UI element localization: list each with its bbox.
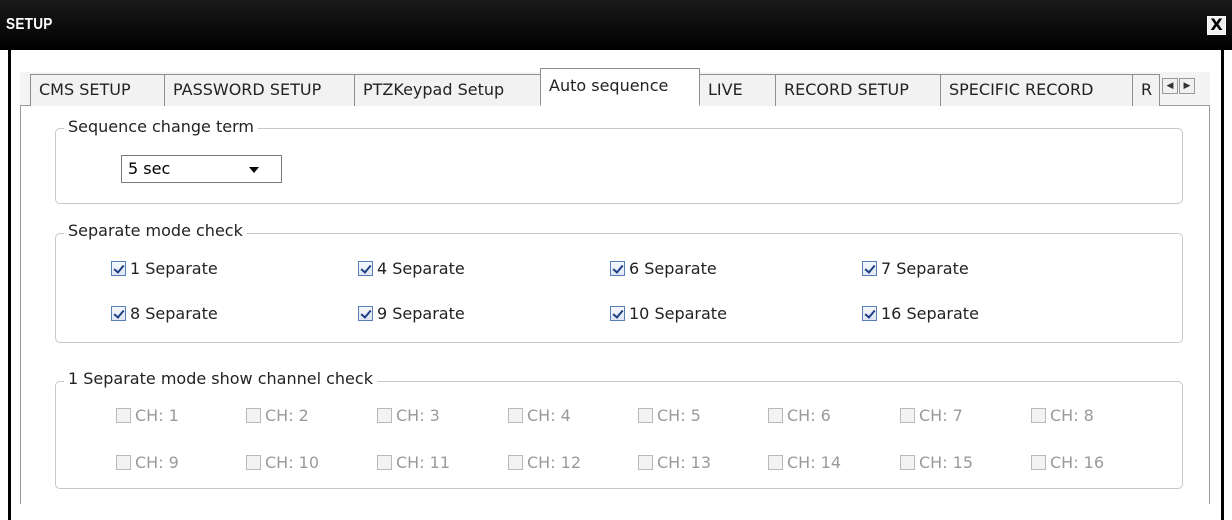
arrow-right-icon: ▶ [1183, 81, 1191, 91]
checkbox-unchecked-icon [246, 454, 261, 470]
checkbox-unchecked-icon [508, 407, 523, 423]
channel-12-checkbox[interactable]: CH: 12 [508, 451, 581, 473]
channel-3-checkbox[interactable]: CH: 3 [377, 404, 440, 426]
checkbox-unchecked-icon [246, 407, 261, 423]
channel-5-checkbox[interactable]: CH: 5 [638, 404, 701, 426]
tab-partial-r[interactable]: R [1132, 74, 1160, 106]
channel-check-label: 1 Separate mode show channel check [64, 369, 377, 388]
checkbox-unchecked-icon [900, 454, 915, 470]
channel-8-checkbox[interactable]: CH: 8 [1031, 404, 1094, 426]
checkbox-checked-icon [358, 260, 373, 276]
separate-1-checkbox[interactable]: 1 Separate [111, 257, 218, 279]
tab-auto-sequence[interactable]: Auto sequence [540, 68, 700, 106]
checkbox-unchecked-icon [377, 454, 392, 470]
checkbox-label: CH: 3 [396, 405, 440, 425]
channel-6-checkbox[interactable]: CH: 6 [768, 404, 831, 426]
channel-4-checkbox[interactable]: CH: 4 [508, 404, 571, 426]
checkbox-checked-icon [358, 305, 373, 321]
window-title: SETUP [6, 16, 53, 33]
checkbox-unchecked-icon [377, 407, 392, 423]
checkbox-label: CH: 8 [1050, 405, 1094, 425]
separate-6-checkbox[interactable]: 6 Separate [610, 257, 717, 279]
tab-live[interactable]: LIVE [699, 74, 776, 106]
channel-9-checkbox[interactable]: CH: 9 [116, 451, 179, 473]
checkbox-label: CH: 16 [1050, 452, 1105, 472]
checkbox-unchecked-icon [638, 454, 653, 470]
checkbox-label: CH: 9 [135, 452, 179, 472]
tab-scroll-left-button[interactable]: ◀ [1162, 78, 1178, 94]
checkbox-label: 4 Separate [377, 258, 465, 278]
separate-mode-group [55, 233, 1183, 343]
checkbox-label: CH: 12 [527, 452, 582, 472]
tab-cms-setup[interactable]: CMS SETUP [30, 74, 165, 106]
arrow-left-icon: ◀ [1166, 81, 1174, 91]
checkbox-label: 8 Separate [130, 303, 218, 323]
channel-11-checkbox[interactable]: CH: 11 [377, 451, 450, 473]
separate-10-checkbox[interactable]: 10 Separate [610, 302, 727, 324]
checkbox-unchecked-icon [1031, 454, 1046, 470]
checkbox-label: CH: 11 [396, 452, 451, 472]
tab-specific-record[interactable]: SPECIFIC RECORD [940, 74, 1133, 106]
checkbox-label: CH: 6 [787, 405, 831, 425]
checkbox-checked-icon [862, 260, 877, 276]
checkbox-label: CH: 7 [919, 405, 963, 425]
checkbox-label: CH: 2 [265, 405, 309, 425]
tab-record-setup[interactable]: RECORD SETUP [775, 74, 941, 106]
sequence-change-label: Sequence change term [64, 117, 258, 136]
channel-2-checkbox[interactable]: CH: 2 [246, 404, 309, 426]
checkbox-checked-icon [111, 305, 126, 321]
channel-16-checkbox[interactable]: CH: 16 [1031, 451, 1104, 473]
close-button[interactable]: X [1207, 16, 1226, 35]
channel-check-group [55, 381, 1183, 489]
tab-ptzkeypad-setup[interactable]: PTZKeypad Setup [354, 74, 541, 106]
channel-13-checkbox[interactable]: CH: 13 [638, 451, 711, 473]
checkbox-label: 7 Separate [881, 258, 969, 278]
checkbox-checked-icon [610, 305, 625, 321]
channel-15-checkbox[interactable]: CH: 15 [900, 451, 973, 473]
checkbox-label: CH: 1 [135, 405, 179, 425]
checkbox-unchecked-icon [638, 407, 653, 423]
checkbox-unchecked-icon [768, 454, 783, 470]
checkbox-unchecked-icon [508, 454, 523, 470]
tab-scroll-right-button[interactable]: ▶ [1179, 78, 1195, 94]
channel-14-checkbox[interactable]: CH: 14 [768, 451, 841, 473]
checkbox-label: 16 Separate [881, 303, 979, 323]
checkbox-label: CH: 15 [919, 452, 974, 472]
separate-8-checkbox[interactable]: 8 Separate [111, 302, 218, 324]
separate-mode-label: Separate mode check [64, 221, 247, 240]
checkbox-unchecked-icon [768, 407, 783, 423]
tab-password-setup[interactable]: PASSWORD SETUP [164, 74, 355, 106]
sequence-term-select[interactable]: 5 sec [121, 155, 282, 183]
checkbox-unchecked-icon [116, 454, 131, 470]
checkbox-label: CH: 10 [265, 452, 320, 472]
channel-7-checkbox[interactable]: CH: 7 [900, 404, 963, 426]
checkbox-label: CH: 14 [787, 452, 842, 472]
separate-7-checkbox[interactable]: 7 Separate [862, 257, 969, 279]
checkbox-label: CH: 13 [657, 452, 712, 472]
chevron-down-icon [249, 167, 259, 173]
separate-9-checkbox[interactable]: 9 Separate [358, 302, 465, 324]
checkbox-unchecked-icon [900, 407, 915, 423]
title-bar[interactable]: SETUP X [0, 0, 1232, 50]
checkbox-label: CH: 5 [657, 405, 701, 425]
channel-1-checkbox[interactable]: CH: 1 [116, 404, 179, 426]
checkbox-unchecked-icon [1031, 407, 1046, 423]
checkbox-checked-icon [862, 305, 877, 321]
channel-10-checkbox[interactable]: CH: 10 [246, 451, 319, 473]
checkbox-label: CH: 4 [527, 405, 571, 425]
checkbox-unchecked-icon [116, 407, 131, 423]
checkbox-label: 10 Separate [629, 303, 727, 323]
checkbox-label: 1 Separate [130, 258, 218, 278]
setup-window: SETUP X CMS SETUP PASSWORD SETUP PTZKeyp… [0, 0, 1232, 520]
separate-4-checkbox[interactable]: 4 Separate [358, 257, 465, 279]
separate-16-checkbox[interactable]: 16 Separate [862, 302, 979, 324]
sequence-term-value: 5 sec [128, 159, 171, 178]
checkbox-label: 6 Separate [629, 258, 717, 278]
checkbox-checked-icon [111, 260, 126, 276]
checkbox-checked-icon [610, 260, 625, 276]
checkbox-label: 9 Separate [377, 303, 465, 323]
